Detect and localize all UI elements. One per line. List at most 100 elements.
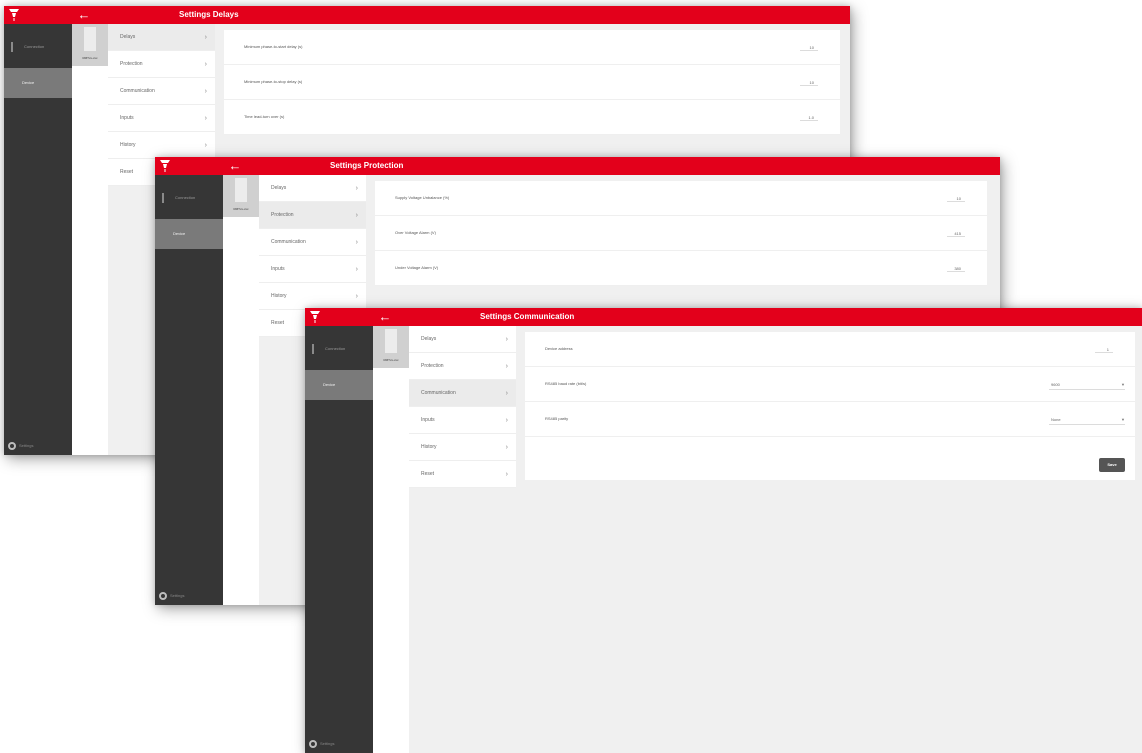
setting-value-input[interactable]: 380 [947,266,965,272]
menu-item-label: Inputs [421,417,435,423]
setting-label: RS485 parity [545,416,569,421]
settings-panel: Minimum phase-to-start delay (s) 10 Mini… [224,30,840,135]
setting-value-input[interactable]: 1.0 [800,115,818,121]
app-logo-icon [310,311,320,323]
chevron-right-icon: › [355,212,358,219]
setting-row: Minimum phase-to-start delay (s) 10 [224,30,840,65]
window-title: Settings Communication [480,312,575,321]
chevron-right-icon: › [505,336,508,343]
setting-label: Device address [545,346,573,351]
menu-item-label: Delays [271,185,287,191]
chevron-right-icon: › [355,185,358,192]
menu-item-label: Communication [271,239,306,245]
device-address-input[interactable]: 1 [1095,347,1113,353]
gear-icon [8,441,16,450]
device-tile[interactable]: RMTxx-xxx [223,175,259,217]
sidebar-footer-settings[interactable]: Settings [309,739,334,749]
menu-item-history[interactable]: History › [409,434,516,461]
menu-item-protection[interactable]: Protection › [259,202,366,229]
menu-item-delays[interactable]: Delays › [409,326,516,353]
device-label: RMTxx-xxx [82,56,98,60]
back-arrow-icon[interactable]: ← [76,7,92,23]
parity-select[interactable]: None ▼ [1049,415,1125,425]
sidebar-item-label: Connection [175,195,196,200]
window-title: Settings Delays [179,10,239,19]
menu-item-protection[interactable]: Protection › [108,51,215,78]
menu-item-label: Reset [271,320,285,326]
setting-value-input[interactable]: 415 [947,231,965,237]
select-value: 9600 [1051,382,1060,387]
menu-item-inputs[interactable]: Inputs › [409,407,516,434]
sidebar-item-connection[interactable]: Connection [155,183,223,213]
chevron-right-icon: › [505,363,508,370]
sidebar-item-connection[interactable]: Connection [4,32,72,62]
setting-row: Device address 1 [525,332,1135,367]
menu-item-label: History [271,293,287,299]
back-arrow-icon[interactable]: ← [227,158,243,174]
setting-value-input[interactable]: 10 [800,80,818,86]
menu-item-label: Reset [421,471,435,477]
menu-item-communication[interactable]: Communication › [409,380,516,407]
settings-panel: Supply Voltage Unbalance (%) 10 Over Vol… [375,181,987,286]
chevron-right-icon: › [204,115,207,122]
chevron-right-icon: › [204,142,207,149]
chevron-right-icon: › [355,266,358,273]
app-logo-icon [9,9,19,21]
chevron-right-icon: › [204,61,207,68]
menu-item-history[interactable]: History › [259,283,366,310]
setting-value-input[interactable]: 10 [947,196,965,202]
window-title: Settings Protection [330,161,404,170]
menu-item-inputs[interactable]: Inputs › [108,105,215,132]
title-bar: ← Settings Delays [4,6,850,24]
device-tile[interactable]: RMTxx-xxx [373,326,409,368]
gear-icon [309,739,317,748]
menu-item-label: Delays [120,34,136,40]
sidebar-item-label: Connection [24,44,45,49]
menu-item-delays[interactable]: Delays › [259,175,366,202]
menu-item-label: Inputs [120,115,134,121]
menu-item-delays[interactable]: Delays › [108,24,215,51]
setting-row: Minimum phase-to-stop delay (s) 10 [224,65,840,100]
menu-item-history[interactable]: History › [108,132,215,159]
device-icon [385,329,397,353]
sidebar-footer-label: Settings [320,741,335,746]
menu-item-reset[interactable]: Reset › [409,461,516,488]
sidebar-item-device[interactable]: Device [4,68,72,98]
title-bar: ← Settings Protection [155,157,1000,175]
chevron-right-icon: › [204,88,207,95]
sidebar: Connection Device Settings [4,24,72,455]
setting-row: Time lead-turn over (s) 1.0 [224,100,840,135]
menu-item-label: Reset [120,169,134,175]
menu-item-inputs[interactable]: Inputs › [259,256,366,283]
setting-value-input[interactable]: 10 [800,45,818,51]
device-label: RMTxx-xxx [383,358,399,362]
menu-item-protection[interactable]: Protection › [409,353,516,380]
caret-down-icon: ▼ [1121,382,1125,387]
menu-item-communication[interactable]: Communication › [259,229,366,256]
menu-item-label: Protection [271,212,294,218]
sidebar-item-device[interactable]: Device [305,370,373,400]
back-arrow-icon[interactable]: ← [377,309,393,325]
device-tile[interactable]: RMTxx-xxx [72,24,108,66]
device-label: RMTxx-xxx [233,207,249,211]
baud-rate-select[interactable]: 9600 ▼ [1049,380,1125,390]
sidebar: Connection Device Settings [305,326,373,753]
menu-item-label: Protection [421,363,444,369]
setting-label: Time lead-turn over (s) [244,114,285,119]
setting-row: RS485 baud rate (bit/s) 9600 ▼ [525,367,1135,402]
setting-label: Supply Voltage Unbalance (%) [395,195,450,200]
sidebar-footer-settings[interactable]: Settings [159,591,184,601]
menu-item-communication[interactable]: Communication › [108,78,215,105]
device-column: RMTxx-xxx [72,24,108,455]
setting-label: Under Voltage Alarm (V) [395,265,439,270]
sidebar-item-device[interactable]: Device [155,219,223,249]
sidebar-item-label: Connection [325,346,346,351]
sidebar-item-label: Device [22,80,35,85]
chevron-right-icon: › [355,293,358,300]
sidebar-item-connection[interactable]: Connection [305,334,373,364]
sidebar-footer-settings[interactable]: Settings [8,441,33,451]
connection-icon [11,42,13,52]
settings-menu: Delays › Protection › Communication › Input… [409,326,516,488]
save-button[interactable]: Save [1099,458,1125,472]
sidebar-item-label: Device [323,382,336,387]
